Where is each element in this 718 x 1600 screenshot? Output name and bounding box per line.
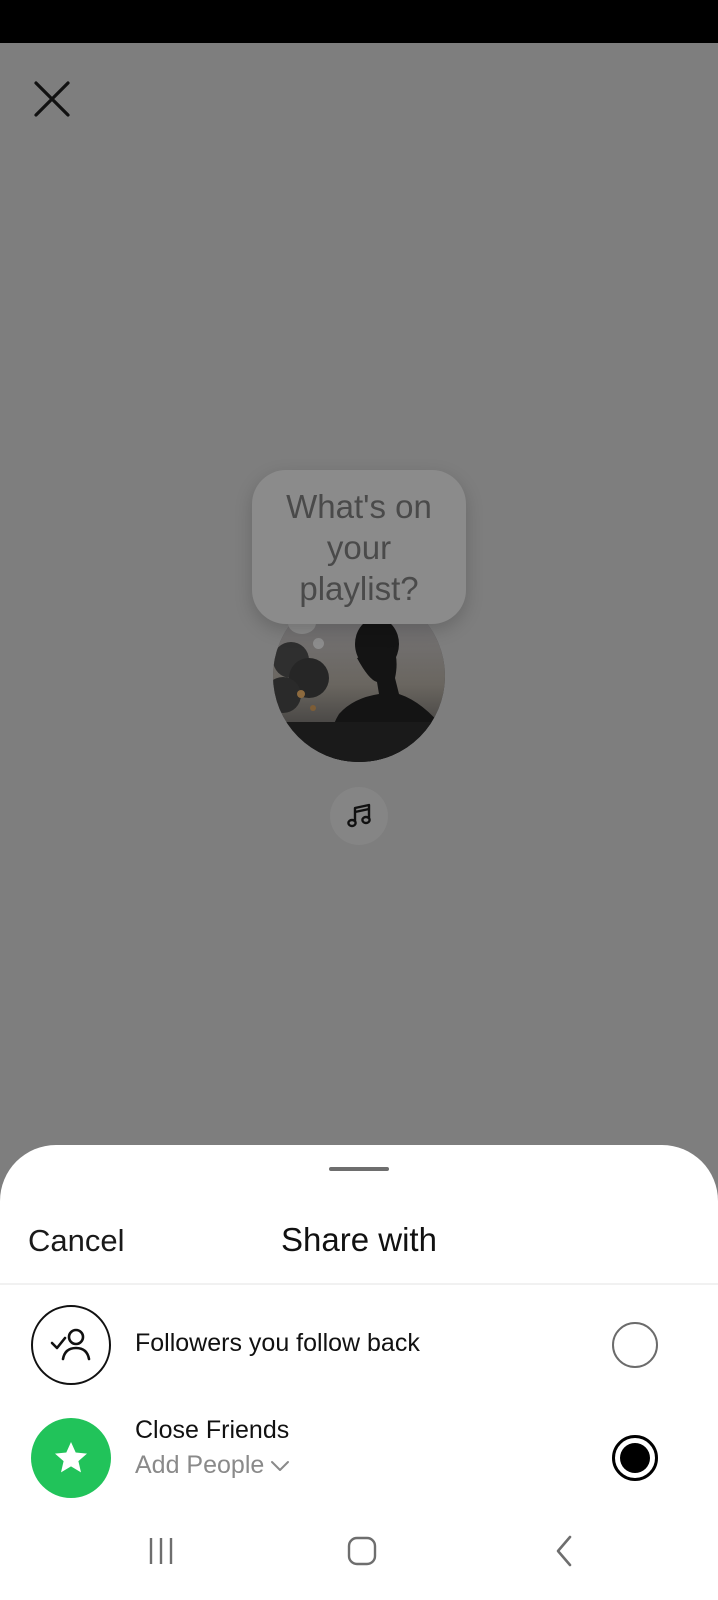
recent-apps-icon: [149, 1538, 173, 1564]
option-label: Followers you follow back: [135, 1329, 420, 1357]
close-icon: [34, 81, 70, 117]
radio-dot: [620, 1443, 650, 1473]
radio-button-unselected[interactable]: [612, 1322, 658, 1368]
option-label: Close Friends: [135, 1416, 290, 1444]
music-note-icon: [347, 803, 371, 828]
chevron-down-icon: [271, 1460, 290, 1471]
add-people-label: Add People: [135, 1451, 265, 1479]
sheet-title: Share with: [281, 1221, 437, 1258]
back-button[interactable]: [534, 1526, 594, 1576]
divider: [0, 1283, 718, 1285]
home-button[interactable]: [332, 1526, 392, 1576]
back-icon: [556, 1535, 572, 1567]
sheet-drag-handle[interactable]: [329, 1167, 389, 1171]
status-bar: [0, 0, 718, 43]
option-close-friends[interactable]: Close Friends Add People: [0, 1408, 718, 1508]
home-icon: [347, 1536, 377, 1566]
radio-button-selected[interactable]: [612, 1435, 658, 1481]
user-check-icon: [31, 1305, 111, 1385]
note-text-input[interactable]: What's on your playlist?: [252, 470, 466, 624]
system-navigation-bar: [0, 1504, 718, 1600]
add-people-link[interactable]: Add People: [135, 1451, 290, 1480]
option-followers-you-follow-back[interactable]: Followers you follow back: [0, 1295, 718, 1395]
note-placeholder: What's on your playlist?: [286, 487, 432, 607]
close-button[interactable]: [28, 75, 76, 123]
add-music-button[interactable]: [330, 787, 388, 845]
recent-apps-button[interactable]: [131, 1526, 191, 1576]
note-bubble-tail-dot: [313, 638, 324, 649]
star-icon: [31, 1418, 111, 1498]
